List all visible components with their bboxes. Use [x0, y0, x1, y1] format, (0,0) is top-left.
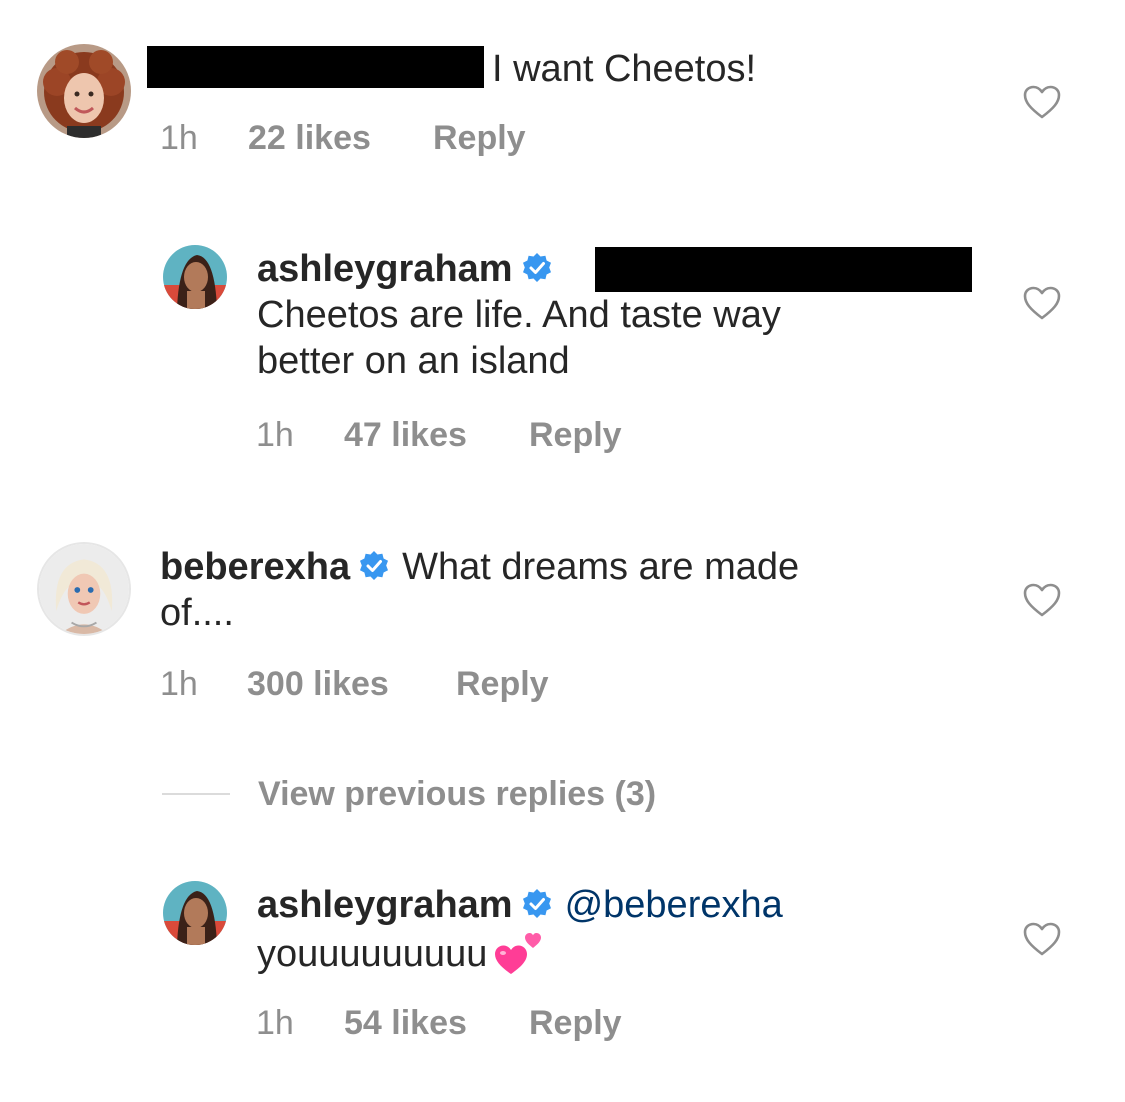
comment-text: I want Cheetos!: [492, 48, 757, 90]
avatar[interactable]: [37, 44, 131, 138]
likes-count[interactable]: 54 likes: [344, 1003, 467, 1043]
verified-badge-icon: [521, 252, 553, 284]
comment-time: 1h: [256, 416, 294, 454]
comment-text-line: What dreams are made: [402, 546, 800, 588]
redacted-mention: [595, 247, 972, 292]
likes-count[interactable]: 22 likes: [248, 118, 371, 158]
likes-count[interactable]: 47 likes: [344, 415, 467, 455]
likes-count[interactable]: 300 likes: [247, 664, 389, 704]
reply-button[interactable]: Reply: [433, 118, 526, 158]
username[interactable]: ashleygraham: [257, 884, 513, 926]
username[interactable]: ashleygraham: [257, 248, 513, 290]
heart-outline-icon[interactable]: [1022, 582, 1062, 618]
verified-badge-icon: [521, 888, 553, 920]
comment-time: 1h: [160, 119, 198, 157]
comment-time: 1h: [160, 665, 198, 703]
avatar[interactable]: [37, 542, 131, 636]
reply-button[interactable]: Reply: [456, 664, 549, 704]
comment-text-line: of....: [160, 592, 234, 634]
view-previous-replies-label[interactable]: View previous replies (3): [258, 774, 656, 814]
reply-button[interactable]: Reply: [529, 1003, 622, 1043]
comment-text-line: Cheetos are life. And taste way: [257, 294, 781, 336]
username[interactable]: beberexha: [160, 546, 350, 588]
comment-body: beberexha What dreams are made of....: [160, 544, 980, 636]
reply-button[interactable]: Reply: [529, 415, 622, 455]
heart-outline-icon[interactable]: [1022, 921, 1062, 957]
heart-outline-icon[interactable]: [1022, 84, 1062, 120]
divider-line: [162, 793, 230, 795]
comment-text-line: youuuuuuuuu: [257, 933, 488, 975]
avatar[interactable]: [163, 881, 227, 945]
redacted-username: [147, 46, 484, 88]
verified-badge-icon: [358, 550, 390, 582]
avatar[interactable]: [163, 245, 227, 309]
heart-outline-icon[interactable]: [1022, 285, 1062, 321]
mention-link[interactable]: @beberexha: [565, 884, 783, 926]
comment-body: ashleygraham @beberexha youuuuuuuuu: [257, 882, 977, 978]
two-hearts-icon: [489, 928, 547, 978]
comment-time: 1h: [256, 1004, 294, 1042]
comment-text-line: better on an island: [257, 340, 570, 382]
